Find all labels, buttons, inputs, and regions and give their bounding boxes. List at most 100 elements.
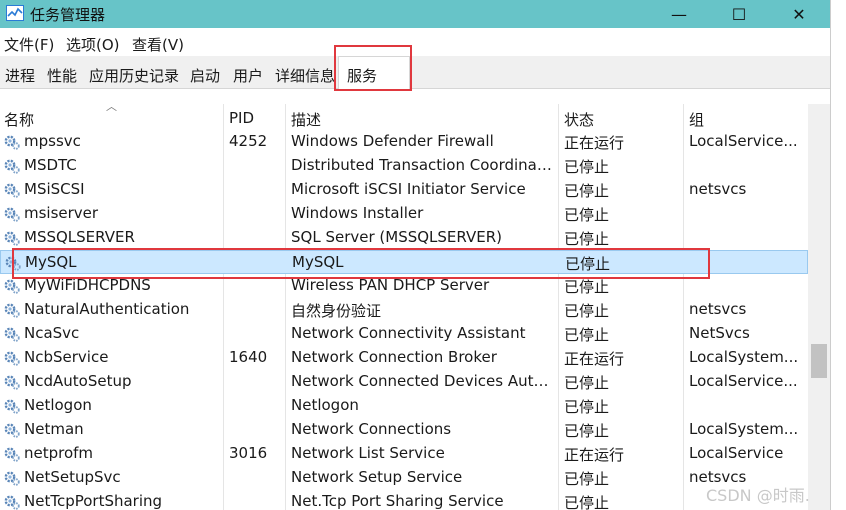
- service-gear-icon: [4, 495, 20, 510]
- table-row[interactable]: NaturalAuthentication 自然身份验证 已停止 netsvcs: [0, 298, 808, 322]
- maximize-button[interactable]: ☐: [709, 0, 769, 28]
- window-title: 任务管理器: [30, 6, 106, 24]
- tab-startup[interactable]: 启动: [190, 65, 220, 86]
- table-row[interactable]: MySQL MySQL 已停止: [0, 250, 808, 274]
- service-status: 已停止: [564, 326, 610, 344]
- service-status: 已停止: [564, 422, 610, 440]
- service-status: 已停止: [564, 374, 610, 392]
- column-header: 名称 PID 描述 状态 组: [0, 104, 808, 130]
- service-name: MSSQLSERVER: [24, 228, 135, 246]
- service-status: 正在运行: [564, 350, 625, 368]
- service-name: mpssvc: [24, 132, 81, 150]
- service-description: Network List Service: [291, 444, 445, 462]
- service-status: 已停止: [564, 230, 610, 248]
- table-row[interactable]: NcdAutoSetup Network Connected Devices Au…: [0, 370, 808, 394]
- col-header-pid[interactable]: PID: [229, 109, 254, 127]
- col-header-name[interactable]: 名称: [4, 109, 34, 130]
- tab-performance[interactable]: 性能: [47, 65, 77, 86]
- service-pid: 4252: [229, 132, 268, 150]
- table-row[interactable]: NcbService 1640 Network Connection Broker 正…: [0, 346, 808, 370]
- table-row[interactable]: Netman Network Connections 已停止 LocalSystem.…: [0, 418, 808, 442]
- service-status: 正在运行: [564, 134, 625, 152]
- service-gear-icon: [4, 375, 20, 390]
- col-header-status[interactable]: 状态: [564, 109, 594, 130]
- table-row[interactable]: netprofm 3016 Network List Service 正在运行 Loca…: [0, 442, 808, 466]
- service-status: 已停止: [564, 470, 610, 488]
- service-name: msiserver: [24, 204, 99, 222]
- service-pid: 3016: [229, 444, 268, 462]
- minimize-button[interactable]: —: [649, 0, 709, 28]
- title-bar[interactable]: 任务管理器 — ☐ ✕: [0, 0, 830, 28]
- table-row[interactable]: msiserver Windows Installer 已停止: [0, 202, 808, 226]
- tab-services[interactable]: 服务: [338, 56, 410, 90]
- service-gear-icon: [4, 135, 20, 150]
- tab-app-history[interactable]: 应用历史记录: [89, 65, 179, 86]
- service-name: MSDTC: [24, 156, 77, 174]
- service-status: 已停止: [564, 494, 610, 510]
- menu-view[interactable]: 查看(V): [132, 34, 184, 55]
- service-status: 已停止: [564, 158, 610, 176]
- service-description: Net.Tcp Port Sharing Service: [291, 492, 504, 510]
- table-row[interactable]: Netlogon Netlogon 已停止: [0, 394, 808, 418]
- table-row[interactable]: NcaSvc Network Connectivity Assistant 已停止 N…: [0, 322, 808, 346]
- service-name: NetSetupSvc: [24, 468, 121, 486]
- service-group: netsvcs: [689, 180, 747, 198]
- service-description: MySQL: [292, 253, 344, 271]
- service-group: LocalSystem...: [689, 348, 799, 366]
- tab-processes[interactable]: 进程: [5, 65, 35, 86]
- table-row[interactable]: MSSQLSERVER SQL Server (MSSQLSERVER) 已停止: [0, 226, 808, 250]
- menu-bar: 文件(F) 选项(O) 查看(V): [0, 30, 830, 56]
- service-gear-icon: [5, 256, 21, 271]
- col-header-group[interactable]: 组: [689, 109, 704, 130]
- service-description: Windows Installer: [291, 204, 424, 222]
- service-name: NaturalAuthentication: [24, 300, 190, 318]
- tab-services-label: 服务: [347, 67, 378, 85]
- tab-users[interactable]: 用户: [233, 65, 263, 86]
- service-status: 已停止: [564, 206, 610, 224]
- service-group: NetSvcs: [689, 324, 750, 342]
- service-description: Distributed Transaction Coordinat...: [291, 156, 553, 174]
- service-name: MySQL: [25, 253, 77, 271]
- table-row[interactable]: NetTcpPortSharing Net.Tcp Port Sharing Se…: [0, 490, 808, 510]
- scrollbar-thumb[interactable]: [811, 344, 827, 378]
- service-gear-icon: [4, 231, 20, 246]
- service-description: Windows Defender Firewall: [291, 132, 494, 150]
- service-gear-icon: [4, 183, 20, 198]
- tab-bar: 进程 性能 应用历史记录 启动 用户 详细信息: [0, 56, 830, 89]
- service-gear-icon: [4, 351, 20, 366]
- tab-details[interactable]: 详细信息: [275, 65, 335, 86]
- service-gear-icon: [4, 159, 20, 174]
- table-row[interactable]: MyWiFiDHCPDNS Wireless PAN DHCP Server 已停止: [0, 274, 808, 298]
- service-name: NetTcpPortSharing: [24, 492, 163, 510]
- service-description: Network Setup Service: [291, 468, 463, 486]
- vertical-scrollbar[interactable]: [808, 104, 830, 510]
- service-group: LocalService...: [689, 132, 798, 150]
- menu-options[interactable]: 选项(O): [66, 34, 120, 55]
- service-pid: 1640: [229, 348, 268, 366]
- service-name: MyWiFiDHCPDNS: [24, 276, 151, 294]
- service-name: netprofm: [24, 444, 94, 462]
- background-window-edge: [830, 0, 846, 510]
- table-row[interactable]: NetSetupSvc Network Setup Service 已停止 netsv…: [0, 466, 808, 490]
- service-group: LocalSystem...: [689, 420, 799, 438]
- service-description: Network Connectivity Assistant: [291, 324, 526, 342]
- service-gear-icon: [4, 279, 20, 294]
- service-gear-icon: [4, 423, 20, 438]
- sort-ascending-icon: ︿: [106, 100, 117, 113]
- service-status: 已停止: [565, 255, 611, 273]
- service-gear-icon: [4, 471, 20, 486]
- service-name: MSiSCSI: [24, 180, 85, 198]
- menu-file[interactable]: 文件(F): [4, 34, 54, 55]
- service-name: NcaSvc: [24, 324, 80, 342]
- table-row[interactable]: mpssvc 4252 Windows Defender Firewall 正在运行 L…: [0, 130, 808, 154]
- service-description: 自然身份验证: [291, 302, 382, 320]
- table-row[interactable]: MSiSCSI Microsoft iSCSI Initiator Service…: [0, 178, 808, 202]
- table-row[interactable]: MSDTC Distributed Transaction Coordinat..…: [0, 154, 808, 178]
- task-manager-icon: [6, 5, 24, 21]
- service-status: 已停止: [564, 182, 610, 200]
- col-header-description[interactable]: 描述: [291, 109, 321, 130]
- service-status: 已停止: [564, 398, 610, 416]
- service-gear-icon: [4, 303, 20, 318]
- service-name: NcdAutoSetup: [24, 372, 132, 390]
- close-button[interactable]: ✕: [769, 0, 829, 28]
